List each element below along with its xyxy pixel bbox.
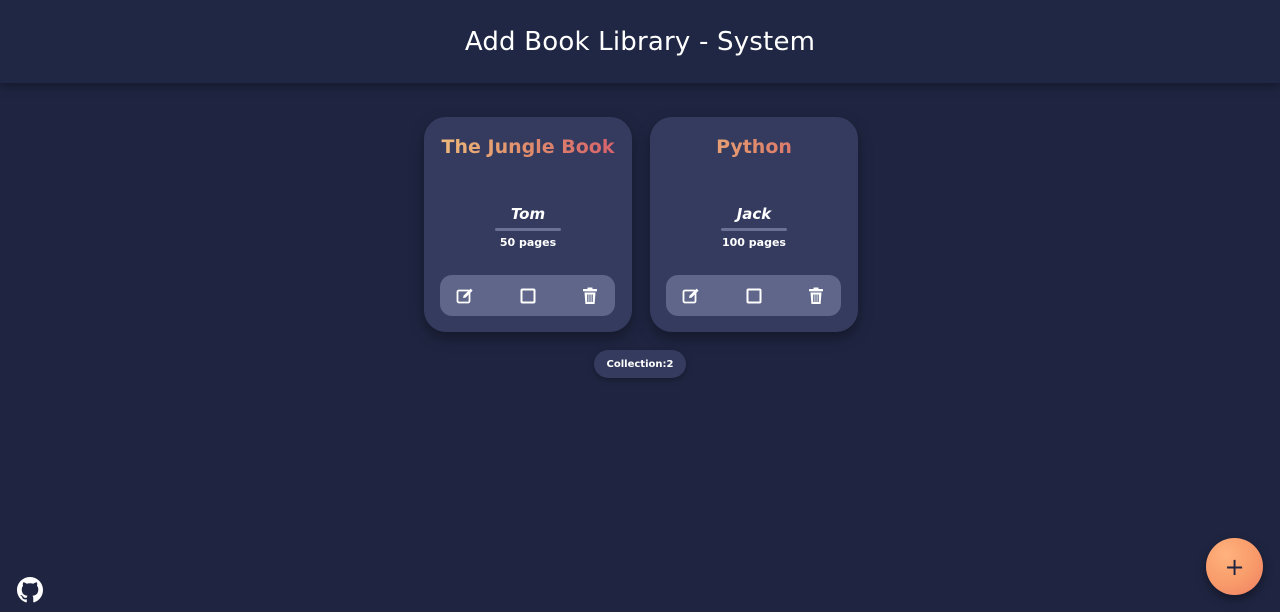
book-list: The Jungle Book Tom 50 pages Python Jack… [424,117,858,332]
edit-icon[interactable] [681,286,701,306]
trash-icon[interactable] [806,286,826,306]
trash-icon[interactable] [580,286,600,306]
app-header: Add Book Library - System [0,0,1280,83]
add-book-button[interactable]: + [1206,538,1263,595]
book-title: Python [650,136,858,158]
book-actions [666,275,841,316]
checkbox-icon[interactable] [518,286,538,306]
book-title: The Jungle Book [424,136,632,158]
book-card: The Jungle Book Tom 50 pages [424,117,632,332]
book-actions [440,275,615,316]
divider [495,228,561,231]
book-pages: 50 pages [499,236,557,249]
collection-count-badge: Collection:2 [594,350,686,378]
edit-icon[interactable] [455,286,475,306]
book-author: Jack [736,205,772,223]
book-card: Python Jack 100 pages [650,117,858,332]
github-icon[interactable] [17,577,43,603]
book-author: Tom [510,205,546,223]
page-title: Add Book Library - System [464,26,816,57]
checkbox-icon[interactable] [744,286,764,306]
divider [721,228,787,231]
book-pages: 100 pages [722,236,786,249]
